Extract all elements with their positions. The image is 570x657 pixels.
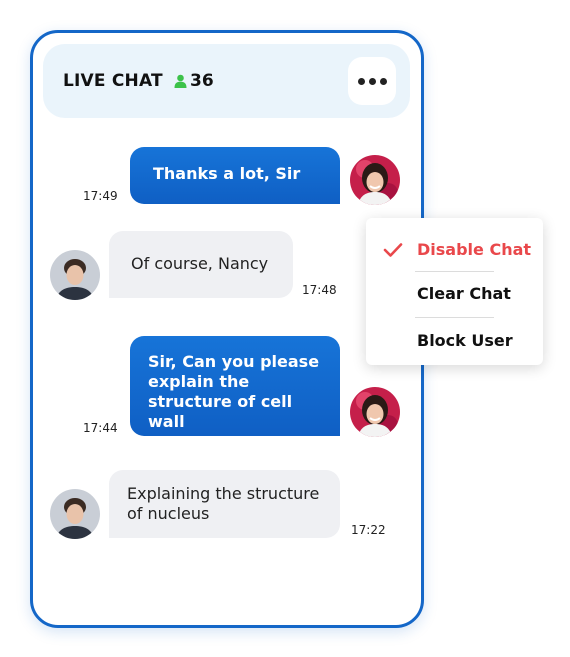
online-count: 36 bbox=[190, 71, 214, 91]
menu-divider bbox=[415, 271, 494, 272]
message-time: 17:22 bbox=[351, 523, 386, 537]
message-bubble: Explaining the structure of nucleus bbox=[109, 470, 340, 538]
menu-divider bbox=[415, 317, 494, 318]
teacher-avatar bbox=[50, 489, 100, 539]
more-dots-icon bbox=[357, 77, 387, 85]
online-counter: 36 bbox=[174, 71, 214, 91]
menu-item-disable-chat[interactable]: Disable Chat bbox=[417, 240, 531, 259]
message-bubble: Of course, Nancy bbox=[109, 231, 293, 298]
message-time: 17:49 bbox=[83, 189, 118, 203]
chat-menu-button[interactable] bbox=[348, 57, 396, 105]
message-time: 17:48 bbox=[302, 283, 337, 297]
student-avatar bbox=[350, 155, 400, 205]
message-time: 17:44 bbox=[83, 421, 118, 435]
chat-title: LIVE CHAT bbox=[63, 71, 163, 91]
message-text: Of course, Nancy bbox=[131, 254, 269, 273]
check-icon bbox=[383, 243, 403, 257]
menu-item-clear-chat[interactable]: Clear Chat bbox=[417, 284, 511, 303]
message-text: Sir, Can you please explain the structur… bbox=[148, 352, 320, 431]
message-bubble: Sir, Can you please explain the structur… bbox=[130, 336, 340, 436]
message-text: Thanks a lot, Sir bbox=[153, 164, 301, 183]
user-icon bbox=[174, 74, 187, 88]
chat-window: LIVE CHAT 36 Thanks a lot, Sir 17:49 Of … bbox=[30, 30, 424, 628]
student-avatar bbox=[350, 387, 400, 437]
message-text: Explaining the structure of nucleus bbox=[127, 484, 320, 523]
chat-header: LIVE CHAT 36 bbox=[43, 44, 410, 118]
menu-item-block-user[interactable]: Block User bbox=[417, 331, 513, 350]
message-bubble: Thanks a lot, Sir bbox=[130, 147, 340, 204]
chat-options-menu: Disable Chat Clear Chat Block User bbox=[366, 218, 543, 365]
teacher-avatar bbox=[50, 250, 100, 300]
